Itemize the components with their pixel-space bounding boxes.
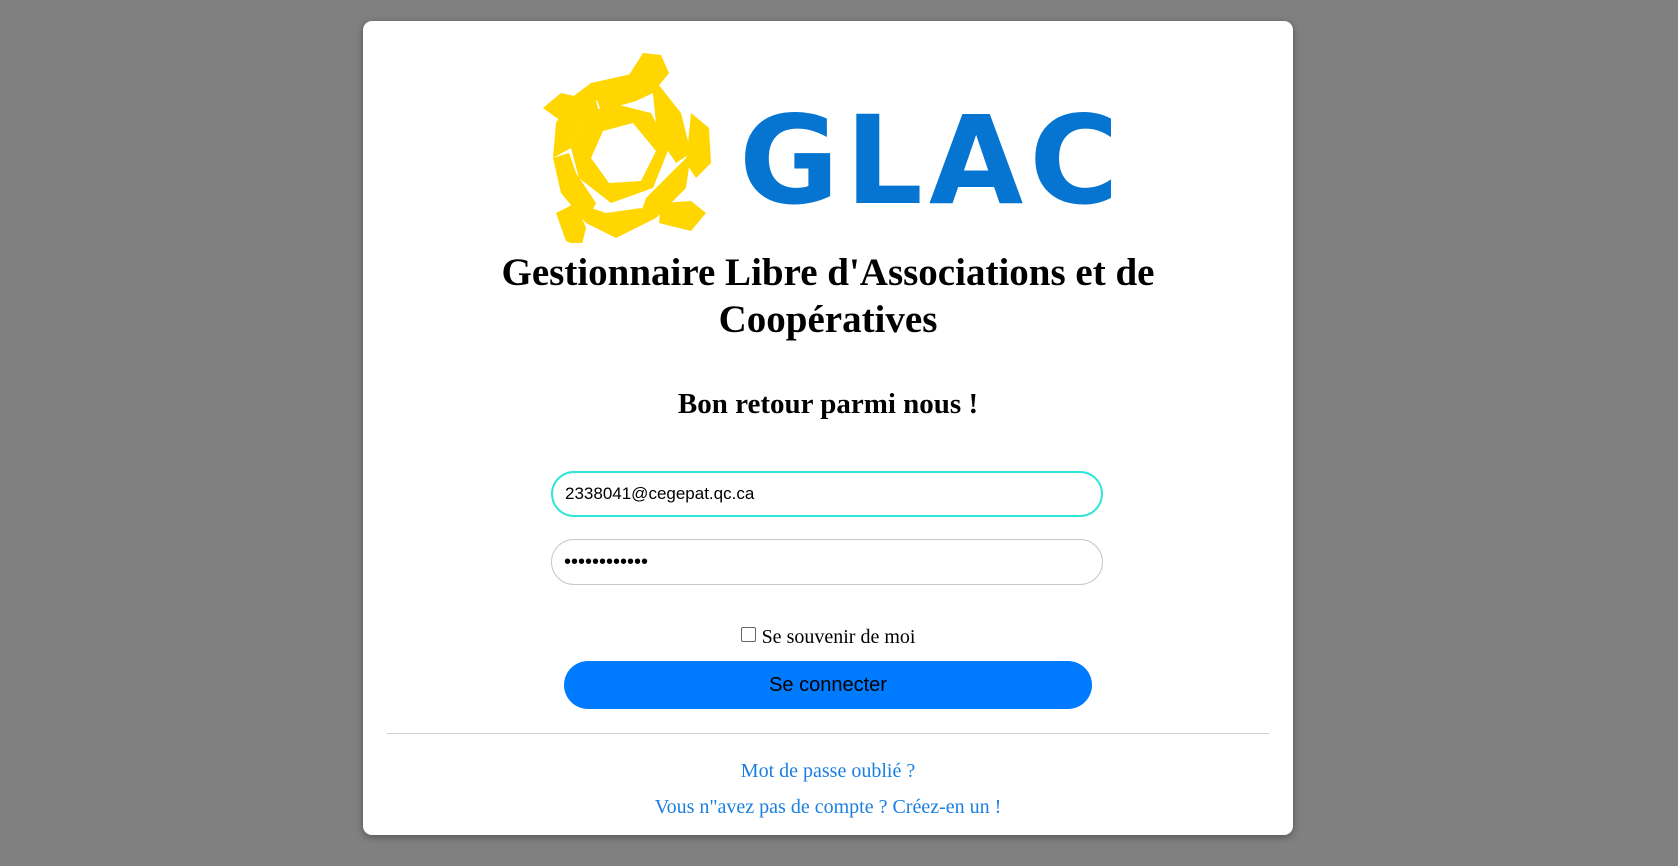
title-line-2: Coopératives xyxy=(718,298,938,341)
email-field[interactable]: 2338041@cegepat.qc.ca xyxy=(551,471,1103,517)
page-title: Gestionnaire Libre d'Associations et de … xyxy=(363,249,1293,343)
remember-me-row: Se souvenir de moi xyxy=(363,625,1293,649)
forgot-password-link[interactable]: Mot de passe oublié ? xyxy=(363,759,1293,783)
remember-me-label[interactable]: Se souvenir de moi xyxy=(762,626,916,648)
glac-logo: GLAC xyxy=(543,53,1121,243)
divider xyxy=(387,733,1269,734)
title-line-1: Gestionnaire Libre d'Associations et de xyxy=(501,251,1155,294)
svg-text:GLAC: GLAC xyxy=(739,90,1121,232)
welcome-heading: Bon retour parmi nous ! xyxy=(677,388,979,420)
create-account-link[interactable]: Vous n"avez pas de compte ? Créez-en un … xyxy=(363,795,1293,819)
hands-emblem-icon xyxy=(543,53,711,243)
password-field[interactable]: •••••••••••• xyxy=(551,539,1103,585)
remember-me-checkbox[interactable] xyxy=(740,627,756,642)
login-card: GLAC Gestionnaire Libre d'Associations e… xyxy=(363,21,1293,835)
login-button[interactable]: Se connecter xyxy=(564,661,1092,709)
glac-wordmark: GLAC xyxy=(739,90,1121,232)
